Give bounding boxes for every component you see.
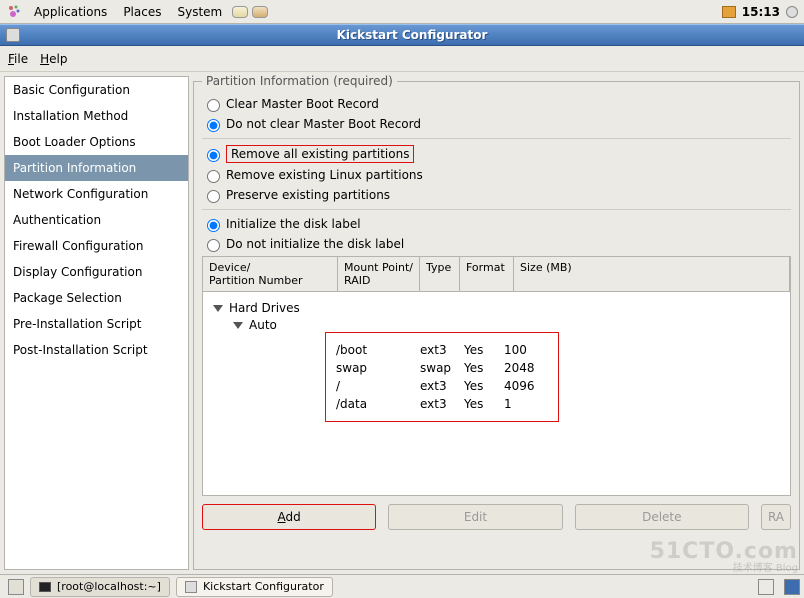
- radio-init-disklabel[interactable]: [207, 219, 220, 232]
- menu-file[interactable]: File: [8, 52, 28, 66]
- launcher-icon-2[interactable]: [252, 6, 268, 18]
- table-row[interactable]: /dataext3Yes1: [336, 397, 548, 411]
- menu-places[interactable]: Places: [123, 5, 161, 19]
- fieldset-legend: Partition Information (required): [202, 74, 397, 88]
- terminal-icon: [39, 582, 51, 592]
- watermark-sub: 技术博客 Blog: [733, 559, 798, 574]
- update-icon[interactable]: [722, 6, 736, 18]
- th-size[interactable]: Size (MB): [514, 257, 790, 291]
- label-remove-linux: Remove existing Linux partitions: [226, 168, 423, 182]
- partition-table: Device/ Partition Number Mount Point/ RA…: [202, 256, 791, 496]
- table-row[interactable]: /ext3Yes4096: [336, 379, 548, 393]
- sidebar-item-bootloader[interactable]: Boot Loader Options: [5, 129, 188, 155]
- label-preserve: Preserve existing partitions: [226, 188, 390, 202]
- th-format[interactable]: Format: [460, 257, 514, 291]
- menu-system[interactable]: System: [177, 5, 222, 19]
- sidebar-item-post-script[interactable]: Post-Installation Script: [5, 337, 188, 363]
- radio-noinit-disklabel[interactable]: [207, 239, 220, 252]
- raid-button[interactable]: RA: [761, 504, 791, 530]
- radio-noclear-mbr[interactable]: [207, 119, 220, 132]
- sidebar-item-install-method[interactable]: Installation Method: [5, 103, 188, 129]
- partition-rows-box: /bootext3Yes100 swapswapYes2048 /ext3Yes…: [325, 332, 559, 422]
- tree-hard-drives[interactable]: Hard Drives: [229, 301, 300, 315]
- table-row[interactable]: /bootext3Yes100: [336, 343, 548, 357]
- menu-help[interactable]: Help: [40, 52, 67, 66]
- sidebar-item-packages[interactable]: Package Selection: [5, 285, 188, 311]
- app-menubar: File Help: [0, 46, 804, 72]
- partition-fieldset: Partition Information (required) Clear M…: [193, 74, 800, 570]
- th-mount[interactable]: Mount Point/ RAID: [338, 257, 420, 291]
- gnome-bottom-panel: [root@localhost:~] Kickstart Configurato…: [0, 574, 804, 598]
- table-body[interactable]: Hard Drives Auto /bootext3Yes100 swapswa…: [203, 292, 790, 495]
- th-device[interactable]: Device/ Partition Number: [203, 257, 338, 291]
- sidebar-item-pre-script[interactable]: Pre-Installation Script: [5, 311, 188, 337]
- add-button[interactable]: Add: [202, 504, 376, 530]
- sidebar-item-firewall[interactable]: Firewall Configuration: [5, 233, 188, 259]
- sidebar-item-basic[interactable]: Basic Configuration: [5, 77, 188, 103]
- sidebar-item-display[interactable]: Display Configuration: [5, 259, 188, 285]
- sidebar-item-network[interactable]: Network Configuration: [5, 181, 188, 207]
- sound-icon[interactable]: [786, 6, 798, 18]
- sidebar-item-auth[interactable]: Authentication: [5, 207, 188, 233]
- delete-button[interactable]: Delete: [575, 504, 749, 530]
- radio-remove-all[interactable]: [207, 149, 220, 162]
- taskbar-terminal[interactable]: [root@localhost:~]: [30, 577, 170, 597]
- workspace-switcher-2[interactable]: [784, 579, 800, 595]
- th-type[interactable]: Type: [420, 257, 460, 291]
- label-remove-all: Remove all existing partitions: [226, 145, 414, 163]
- workspace-switcher-1[interactable]: [758, 579, 774, 595]
- taskbar-kickstart[interactable]: Kickstart Configurator: [176, 577, 333, 597]
- show-desktop-icon[interactable]: [8, 579, 24, 595]
- window-title: Kickstart Configurator: [26, 28, 798, 42]
- label-noinit-disklabel: Do not initialize the disk label: [226, 237, 404, 251]
- label-clear-mbr: Clear Master Boot Record: [226, 97, 379, 111]
- window-app-icon: [6, 28, 20, 42]
- radio-remove-linux[interactable]: [207, 170, 220, 183]
- window-titlebar[interactable]: Kickstart Configurator: [0, 24, 804, 46]
- gnome-top-panel: Applications Places System 15:13: [0, 0, 804, 24]
- menu-applications[interactable]: Applications: [34, 5, 107, 19]
- label-init-disklabel: Initialize the disk label: [226, 217, 361, 231]
- gnome-foot-icon: [6, 4, 22, 20]
- sidebar-item-partition[interactable]: Partition Information: [5, 155, 188, 181]
- clock[interactable]: 15:13: [742, 5, 780, 19]
- table-header: Device/ Partition Number Mount Point/ RA…: [203, 257, 790, 292]
- radio-clear-mbr[interactable]: [207, 99, 220, 112]
- radio-preserve[interactable]: [207, 190, 220, 203]
- chevron-down-icon[interactable]: [213, 305, 223, 312]
- chevron-down-icon[interactable]: [233, 322, 243, 329]
- edit-button[interactable]: Edit: [388, 504, 562, 530]
- app-icon: [185, 581, 197, 593]
- tree-auto[interactable]: Auto: [249, 318, 277, 332]
- launcher-icon-1[interactable]: [232, 6, 248, 18]
- table-row[interactable]: swapswapYes2048: [336, 361, 548, 375]
- label-noclear-mbr: Do not clear Master Boot Record: [226, 117, 421, 131]
- sidebar: Basic Configuration Installation Method …: [4, 76, 189, 570]
